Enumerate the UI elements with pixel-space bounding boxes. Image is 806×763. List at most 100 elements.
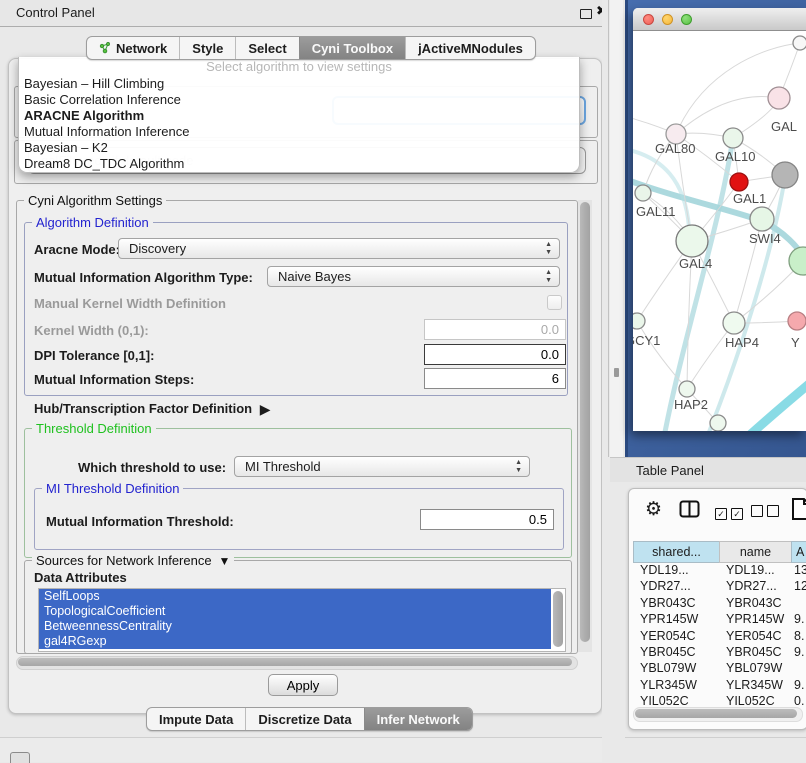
table-row[interactable]: YER054CYER054C8. (633, 629, 806, 645)
table-cell[interactable]: YDR27... (633, 579, 719, 595)
column-header-name[interactable]: name (719, 541, 791, 563)
network-node-node[interactable] (772, 162, 798, 188)
which-threshold-combobox[interactable]: MI Threshold ▲▼ (234, 456, 530, 477)
zoom-traffic-light-icon[interactable] (681, 14, 692, 25)
table-cell[interactable]: YDL19... (633, 563, 719, 579)
table-cell[interactable]: YPR145W (633, 612, 719, 628)
table-cell[interactable]: 9. (791, 612, 806, 628)
table-cell[interactable]: YDL19... (719, 563, 791, 579)
table-cell[interactable]: YBL079W (719, 661, 791, 677)
network-node-GAL1[interactable] (730, 173, 748, 191)
table-cell[interactable]: YBR043C (719, 596, 791, 612)
network-node-node[interactable] (710, 415, 726, 431)
table-row[interactable]: YLR345WYLR345W9. (633, 678, 806, 694)
table-cell[interactable]: 8. (791, 629, 806, 645)
collapsed-panel-icon[interactable] (10, 752, 30, 763)
network-node-SWI4[interactable] (750, 207, 774, 231)
table-cell[interactable] (791, 661, 806, 677)
float-window-icon[interactable] (580, 9, 592, 19)
table-cell[interactable]: YER054C (719, 629, 791, 645)
table-row[interactable]: YIL052CYIL052C0. (633, 694, 806, 707)
table-hscroll-thumb[interactable] (635, 709, 797, 718)
table-row[interactable]: YDR27...YDR27...12 (633, 579, 806, 595)
network-node-GAL7[interactable] (768, 87, 790, 109)
document-icon[interactable] (791, 497, 806, 521)
tab-jactivemnodules[interactable]: jActiveMNodules (405, 37, 535, 59)
network-node-GAL4[interactable] (676, 225, 708, 257)
list-item[interactable]: gal4RGexp (39, 634, 551, 649)
network-node-GCY1[interactable] (633, 313, 645, 329)
hub-expander[interactable]: Hub/Transcription Factor Definition ▶ (34, 400, 267, 417)
gear-icon[interactable]: ⚙ (645, 498, 662, 521)
table-cell[interactable]: 13 (791, 563, 806, 579)
select-all-checks-icon[interactable]: ✓✓ (715, 504, 747, 522)
table-cell[interactable]: YBR045C (633, 645, 719, 661)
apply-button[interactable]: Apply (268, 674, 338, 696)
dropdown-item-selected[interactable]: ARACNE Algorithm (24, 108, 144, 123)
sources-legend[interactable]: Sources for Network Inference ▼ (32, 554, 234, 568)
table-cell[interactable]: 12 (791, 579, 806, 595)
network-node-node[interactable] (789, 247, 806, 275)
table-cell[interactable] (791, 596, 806, 612)
tab-style[interactable]: Style (179, 37, 235, 59)
mi-steps-field[interactable] (424, 368, 566, 389)
close-traffic-light-icon[interactable] (643, 14, 654, 25)
tab-select[interactable]: Select (235, 37, 298, 59)
table-row[interactable]: YDL19...YDL19...13 (633, 563, 806, 579)
network-node-label: GCY1 (633, 333, 660, 348)
table-row[interactable]: YBL079WYBL079W (633, 661, 806, 677)
mi-algorithm-type-combobox[interactable]: Naive Bayes ▲▼ (267, 266, 560, 287)
settings-vscroll-thumb[interactable] (580, 202, 590, 642)
split-columns-icon[interactable] (679, 500, 700, 518)
list-item[interactable]: BetweennessCentrality (39, 619, 551, 634)
network-node-HAP4[interactable] (723, 312, 745, 334)
table-row[interactable]: YPR145WYPR145W9. (633, 612, 806, 628)
tab-network[interactable]: Network (87, 37, 179, 59)
aracne-mode-combobox[interactable]: Discovery ▲▼ (118, 238, 560, 259)
table-row[interactable]: YBR043CYBR043C (633, 596, 806, 612)
kernel-width-field[interactable] (424, 319, 566, 340)
divider-handle[interactable] (614, 368, 619, 377)
table-cell[interactable]: YIL052C (719, 694, 791, 707)
list-item[interactable]: TopologicalCoefficient (39, 604, 551, 619)
table-cell[interactable]: 9. (791, 645, 806, 661)
network-node-Y[interactable] (788, 312, 806, 330)
tab-impute-data[interactable]: Impute Data (147, 708, 245, 730)
network-node-HAP2[interactable] (679, 381, 695, 397)
network-canvas[interactable]: GALGAL80GAL10GAL1GAL11SWI4GAL4HAP4YGCY1H… (633, 31, 806, 431)
network-node-GAL11[interactable] (635, 185, 651, 201)
table-cell[interactable]: YBL079W (633, 661, 719, 677)
dropdown-item[interactable]: Bayesian – K2 (24, 140, 108, 155)
column-header-shared[interactable]: shared... (633, 541, 719, 563)
manual-kernel-width-checkbox[interactable] (547, 295, 562, 310)
minimize-traffic-light-icon[interactable] (662, 14, 673, 25)
tab-discretize-data[interactable]: Discretize Data (245, 708, 363, 730)
table-cell[interactable]: YLR345W (633, 678, 719, 694)
mi-algorithm-type-label: Mutual Information Algorithm Type: (34, 270, 253, 285)
table-row[interactable]: YBR045CYBR045C9. (633, 645, 806, 661)
dpi-tolerance-field[interactable] (424, 344, 566, 365)
table-cell[interactable]: YBR043C (633, 596, 719, 612)
table-cell[interactable]: YPR145W (719, 612, 791, 628)
dropdown-item[interactable]: Dream8 DC_TDC Algorithm (24, 156, 184, 171)
list-item[interactable]: SelfLoops (39, 589, 551, 604)
table-cell[interactable]: YER054C (633, 629, 719, 645)
dropdown-item[interactable]: Mutual Information Inference (24, 124, 189, 139)
column-header-third[interactable]: A (791, 541, 806, 563)
settings-hscroll-thumb[interactable] (18, 658, 572, 666)
table-cell[interactable]: 9. (791, 678, 806, 694)
table-cell[interactable]: YDR27... (719, 579, 791, 595)
table-cell[interactable]: YLR345W (719, 678, 791, 694)
tab-infer-network[interactable]: Infer Network (364, 708, 472, 730)
deselect-all-checks-icon[interactable] (751, 504, 783, 522)
network-node-node[interactable] (793, 36, 806, 50)
table-cell[interactable]: YBR045C (719, 645, 791, 661)
mi-threshold-field[interactable] (420, 509, 554, 530)
tab-cyni-toolbox[interactable]: Cyni Toolbox (299, 37, 405, 59)
dropdown-item[interactable]: Bayesian – Hill Climbing (24, 76, 164, 91)
dropdown-item[interactable]: Basic Correlation Inference (24, 92, 181, 107)
table-cell[interactable]: YIL052C (633, 694, 719, 707)
network-node-GAL10[interactable] (723, 128, 743, 148)
table-cell[interactable]: 0. (791, 694, 806, 707)
list-scrollbar[interactable] (553, 591, 563, 647)
